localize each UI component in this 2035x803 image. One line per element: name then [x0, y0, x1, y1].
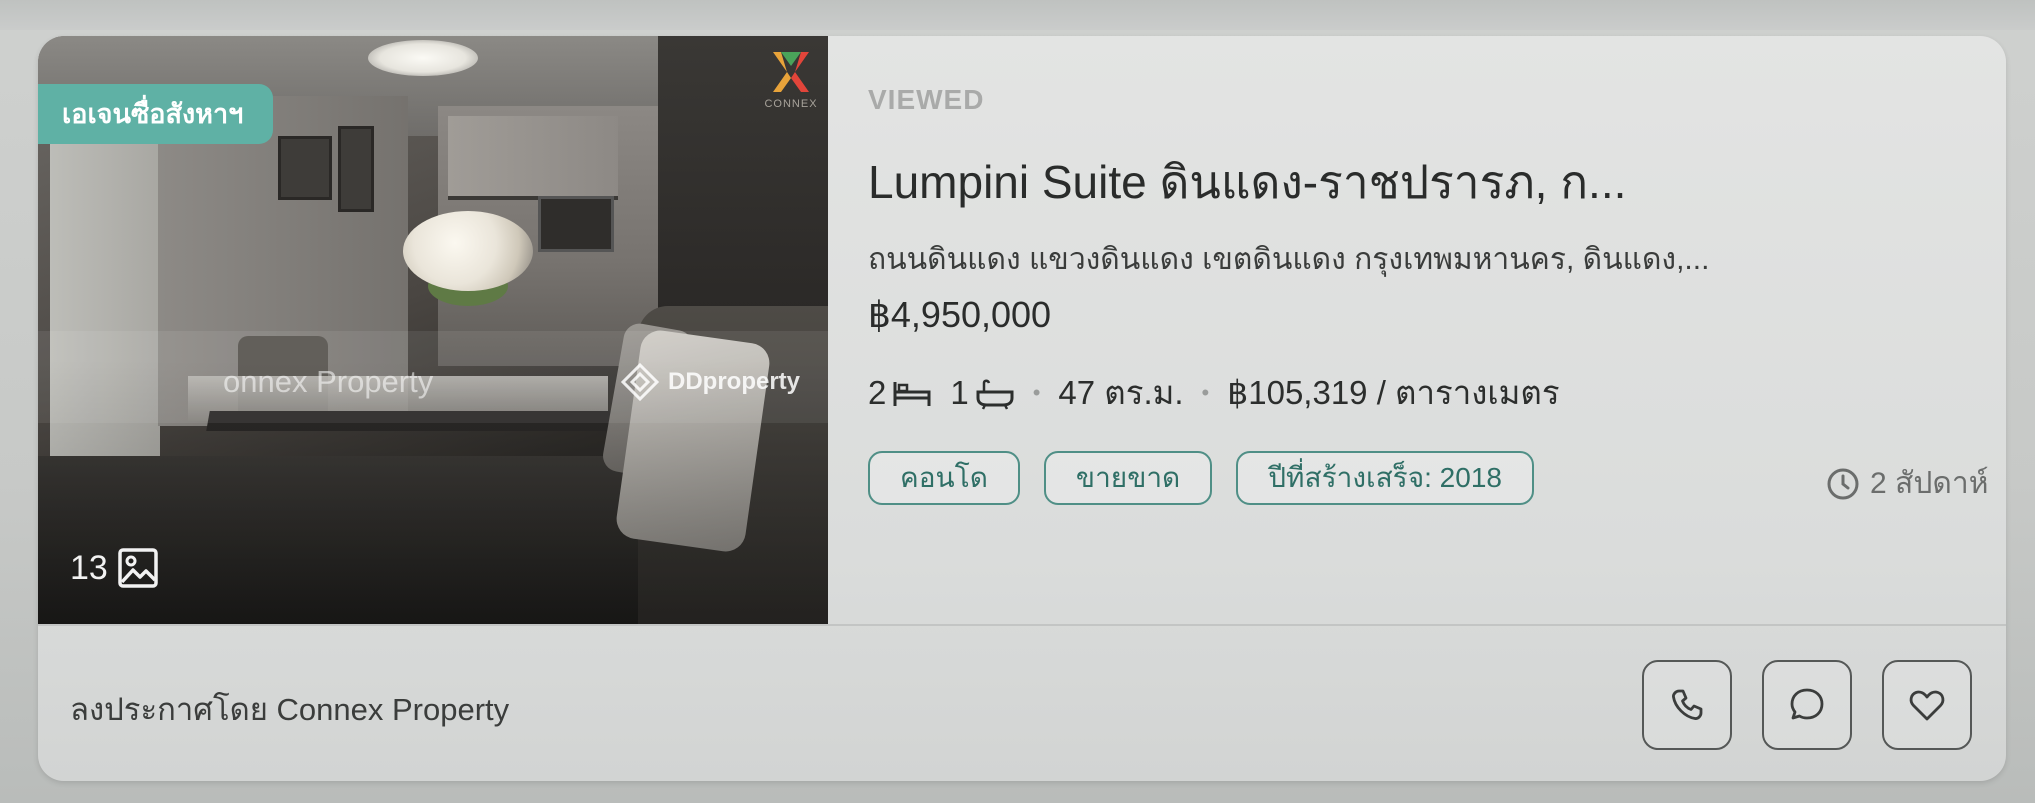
- chat-icon: [1790, 688, 1824, 720]
- listing-details: VIEWED Lumpini Suite ดินแดง-ราชปรารภ, ก.…: [868, 36, 1988, 624]
- bed-icon: [893, 381, 931, 406]
- watermark-agency: onnex Property: [223, 364, 434, 399]
- brand-logo: CONNEX: [756, 48, 826, 128]
- listing-address: ถนนดินแดง แขวงดินแดง เขตดินแดง กรุงเทพมห…: [868, 243, 1710, 276]
- call-button[interactable]: [1642, 660, 1732, 750]
- page-background-top: [0, 0, 2035, 30]
- posted-time-value: 2 สัปดาห์: [1870, 467, 1989, 500]
- separator-dot: •: [1032, 379, 1041, 405]
- listing-tags: คอนโด ขายขาด ปีที่สร้างเสร็จ: 2018: [868, 451, 1534, 505]
- brand-logo-text: CONNEX: [764, 98, 818, 110]
- card-divider: [38, 624, 2006, 626]
- heart-icon: [1909, 690, 1945, 721]
- photo-count[interactable]: 13: [70, 546, 160, 590]
- tag-property-type: คอนโด: [868, 451, 1020, 505]
- image-icon: [118, 548, 158, 588]
- bathtub-icon: [976, 379, 1014, 410]
- agent-type-badge: เอเจนซื่อสังหาฯ: [38, 84, 274, 144]
- listing-actions: [1642, 660, 1972, 750]
- bedrooms-count: 2: [868, 373, 887, 411]
- bedrooms: 2: [868, 374, 932, 412]
- viewed-label: VIEWED: [868, 84, 985, 115]
- listing-title[interactable]: Lumpini Suite ดินแดง-ราชปรารภ, ก...: [868, 146, 1968, 219]
- listing-photo[interactable]: CONNEX เอเจนซื่อสังหาฯ onnex Property DD…: [38, 36, 828, 624]
- price-per-sqm: ฿105,319 / ตารางเมตร: [1227, 374, 1560, 411]
- watermark-ddproperty: DDproperty: [620, 362, 800, 402]
- listing-facts: 2 1 • 47 ตร.ม. • ฿105,319 / ตารางเมตร: [868, 366, 1560, 419]
- connex-logo-icon: [773, 52, 809, 92]
- floor-area: 47 ตร.ม.: [1058, 374, 1184, 411]
- watermark-ddproperty-label: DDproperty: [668, 368, 801, 395]
- bathrooms: 1: [950, 374, 1014, 412]
- listing-price: ฿4,950,000: [868, 294, 1052, 335]
- favorite-button[interactable]: [1882, 660, 1972, 750]
- posted-time: 2 สัปดาห์: [1826, 460, 1988, 507]
- listed-by[interactable]: ลงประกาศโดย Connex Property: [70, 684, 509, 734]
- photo-count-value: 13: [70, 548, 108, 587]
- tag-tenure: ขายขาด: [1043, 451, 1213, 505]
- phone-icon: [1672, 689, 1703, 720]
- ddproperty-logo-icon: [620, 362, 660, 402]
- bathrooms-count: 1: [950, 373, 969, 411]
- separator-dot: •: [1201, 379, 1210, 405]
- listing-card[interactable]: CONNEX เอเจนซื่อสังหาฯ onnex Property DD…: [38, 36, 2006, 781]
- chat-button[interactable]: [1762, 660, 1852, 750]
- clock-icon: [1827, 468, 1859, 499]
- tag-completion-year: ปีที่สร้างเสร็จ: 2018: [1236, 451, 1534, 505]
